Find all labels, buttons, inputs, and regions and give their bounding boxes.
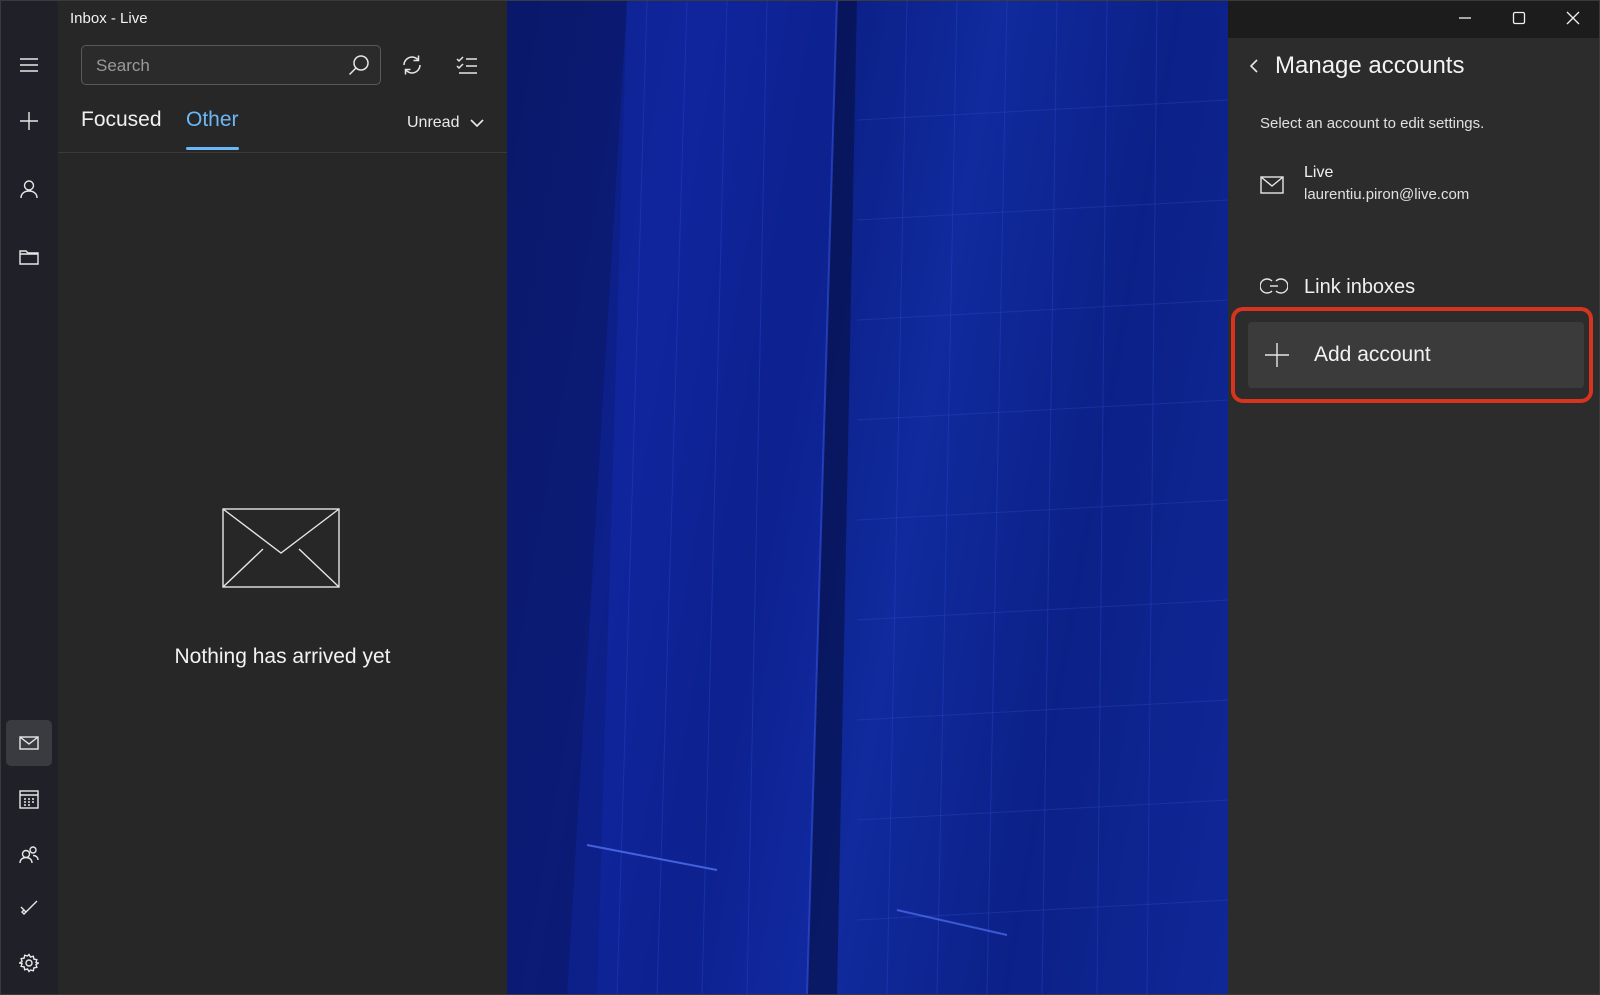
calendar-nav-button[interactable] (6, 776, 52, 822)
minimize-icon (1459, 17, 1471, 19)
folder-icon (19, 250, 39, 265)
mail-icon (19, 736, 39, 750)
account-email: laurentiu.piron@live.com (1304, 186, 1470, 203)
people-icon (19, 846, 39, 864)
minimize-button[interactable] (1438, 0, 1492, 36)
panel-title: Manage accounts (1275, 52, 1465, 79)
tab-focused[interactable]: Focused (81, 108, 162, 132)
mail-nav-button[interactable] (6, 720, 52, 766)
settings-icon (19, 953, 39, 973)
maximize-icon (1512, 11, 1526, 25)
search-box[interactable] (81, 45, 381, 86)
filter-label: Unread (407, 114, 460, 131)
building-background-image (507, 0, 1228, 995)
new-mail-icon (20, 112, 38, 130)
plus-icon (1264, 342, 1290, 368)
menu-icon (20, 58, 38, 72)
empty-envelope-icon (222, 508, 340, 588)
todo-nav-button[interactable] (6, 884, 52, 930)
add-account-button[interactable]: Add account (1248, 322, 1584, 388)
back-button[interactable] (1240, 52, 1268, 80)
mail-app-window: Inbox - Live Focused Other Unread (0, 0, 1600, 995)
tab-focused-label: Focused (81, 108, 162, 131)
link-inboxes-button[interactable]: Link inboxes (1248, 264, 1588, 310)
add-account-label: Add account (1314, 343, 1431, 366)
accounts-button[interactable] (6, 166, 52, 212)
filter-dropdown[interactable]: Unread (407, 114, 485, 132)
link-icon (1259, 275, 1289, 297)
sync-icon (403, 55, 421, 75)
selection-mode-button[interactable] (450, 48, 484, 82)
reading-pane-background (507, 0, 1228, 995)
close-icon (1566, 11, 1580, 25)
window-title: Inbox - Live (70, 10, 148, 27)
manage-accounts-panel: Manage accounts Select an account to edi… (1228, 38, 1600, 995)
link-inboxes-label: Link inboxes (1304, 276, 1416, 298)
list-divider (58, 152, 507, 153)
close-button[interactable] (1546, 0, 1600, 36)
chevron-down-icon (470, 119, 485, 128)
window-controls (1438, 0, 1600, 36)
message-list-pane: Inbox - Live Focused Other Unread (58, 0, 508, 995)
search-input[interactable] (94, 46, 338, 86)
account-item-live[interactable]: Live laurentiu.piron@live.com (1248, 154, 1588, 216)
settings-nav-button[interactable] (6, 940, 52, 986)
tab-other[interactable]: Other (186, 108, 239, 150)
checklist-icon (456, 56, 477, 74)
nav-rail (0, 0, 59, 995)
chevron-left-icon (1249, 59, 1258, 73)
panel-subtitle: Select an account to edit settings. (1260, 115, 1485, 132)
account-name: Live (1304, 164, 1334, 181)
tab-other-label: Other (186, 108, 239, 131)
menu-button[interactable] (6, 42, 52, 88)
search-icon[interactable] (348, 54, 370, 76)
people-nav-button[interactable] (6, 832, 52, 878)
account-icon (20, 180, 38, 199)
mail-icon (1260, 176, 1284, 194)
todo-icon (20, 900, 38, 915)
sync-button[interactable] (395, 48, 429, 82)
calendar-icon (19, 790, 39, 809)
new-mail-button[interactable] (6, 98, 52, 144)
empty-state-message: Nothing has arrived yet (174, 645, 391, 668)
maximize-button[interactable] (1492, 0, 1546, 36)
folders-button[interactable] (6, 234, 52, 280)
tab-selected-indicator (186, 147, 239, 150)
